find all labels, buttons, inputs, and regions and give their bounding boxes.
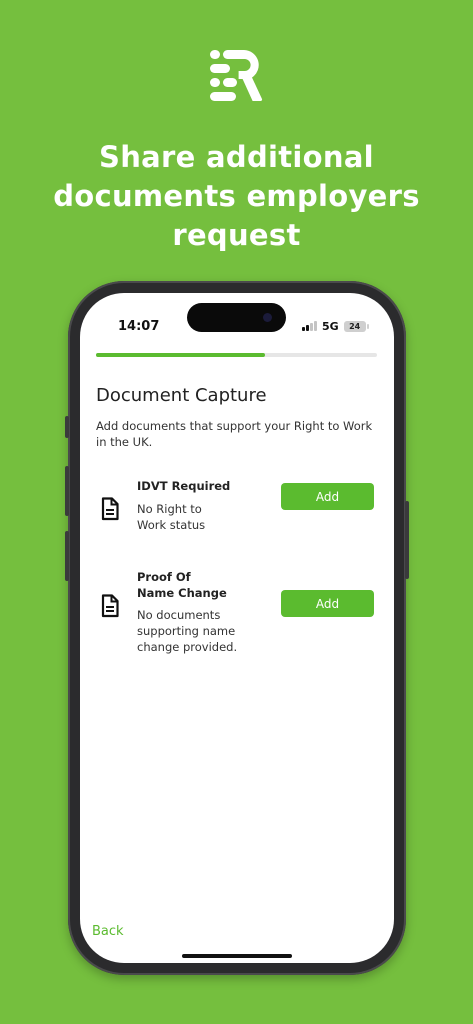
headline-line: request (172, 218, 301, 252)
document-name-line: Proof Of (137, 570, 191, 584)
status-time: 14:07 (118, 319, 160, 334)
add-name-change-button[interactable]: Add (281, 590, 374, 617)
document-name-line: IDVT Required (137, 479, 231, 493)
headline-line: documents employers (53, 179, 420, 213)
dynamic-island (187, 303, 286, 332)
add-idvt-button[interactable]: Add (281, 483, 374, 510)
page-title: Document Capture (96, 385, 267, 406)
document-status: No documents supporting name change prov… (137, 607, 257, 655)
battery-icon: 24 (343, 320, 369, 332)
document-status-line: No documents (137, 608, 221, 622)
document-icon (101, 594, 119, 618)
phone-frame: 14:07 5G 24 Document Capture Add documen… (65, 281, 409, 975)
back-link[interactable]: Back (92, 924, 124, 939)
headline: Share additional documents employers req… (0, 138, 473, 255)
signal-icon (302, 321, 317, 331)
document-status-line: No Right to (137, 502, 202, 516)
battery-level: 24 (349, 321, 361, 331)
document-name: IDVT Required (137, 478, 247, 494)
document-name-line: Name Change (137, 586, 227, 600)
phone-volume-up-button (65, 466, 69, 516)
network-label: 5G (322, 319, 339, 333)
document-status: No Right to Work status (137, 501, 257, 533)
home-indicator (182, 954, 292, 958)
headline-line: Share additional (99, 140, 374, 174)
progress-bar-fill (96, 353, 265, 357)
camera-icon (263, 313, 272, 322)
progress-bar (96, 353, 377, 357)
page-subtitle: Add documents that support your Right to… (96, 419, 373, 449)
phone-screen: 14:07 5G 24 Document Capture Add documen… (80, 293, 394, 963)
document-status-line: supporting name (137, 624, 236, 638)
document-name: Proof Of Name Change (137, 569, 247, 601)
phone-side-button (65, 416, 69, 438)
document-icon (101, 497, 119, 521)
document-status-line: Work status (137, 518, 206, 532)
brand-logo (210, 50, 263, 101)
phone-power-button (405, 501, 409, 579)
phone-volume-down-button (65, 531, 69, 581)
status-indicators: 5G 24 (302, 319, 369, 333)
document-status-line: change provided. (137, 640, 238, 654)
